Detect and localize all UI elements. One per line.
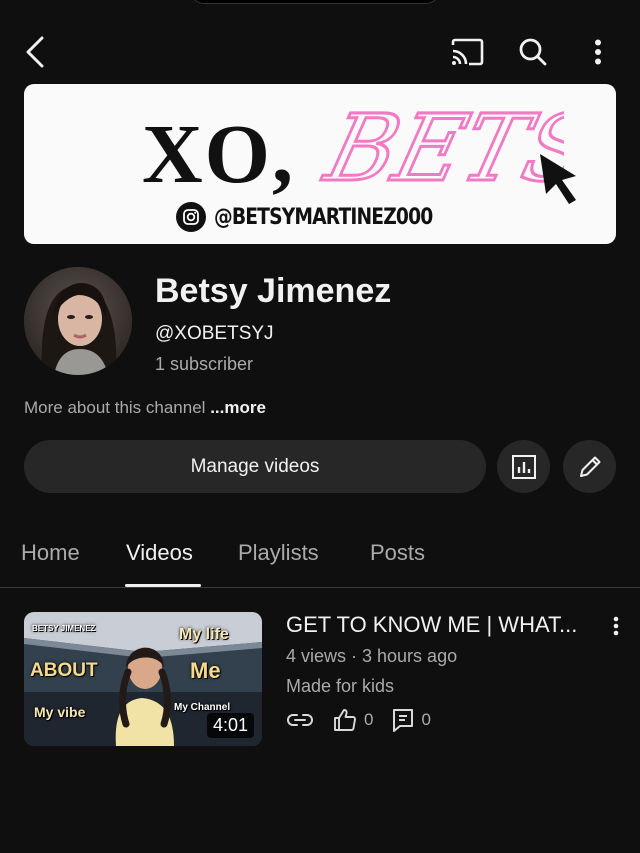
tab-videos[interactable]: Videos xyxy=(126,540,193,566)
thumb-label-name: BETSY JIMENEZ xyxy=(32,624,96,633)
comment-count: 0 xyxy=(421,710,431,729)
more-vertical-icon xyxy=(595,39,601,65)
instagram-icon xyxy=(176,202,206,232)
analytics-button[interactable] xyxy=(497,440,550,493)
edit-channel-button[interactable] xyxy=(563,440,616,493)
search-icon xyxy=(519,38,547,66)
analytics-icon xyxy=(511,454,536,479)
cast-button[interactable] xyxy=(445,30,489,74)
search-button[interactable] xyxy=(511,30,555,74)
channel-about-link[interactable]: More about this channel ...more xyxy=(24,398,266,418)
manage-videos-button[interactable]: Manage videos xyxy=(24,440,486,493)
tab-home[interactable]: Home xyxy=(21,540,80,566)
channel-handle: @XOBETSYJ xyxy=(155,323,274,344)
comments-button[interactable]: 0 xyxy=(391,707,431,733)
back-button[interactable] xyxy=(13,30,57,74)
more-options-button[interactable] xyxy=(576,30,620,74)
thumb-label-my-life: My life xyxy=(179,626,229,643)
cursor-arrow-icon xyxy=(540,154,576,204)
thumb-label-me: Me xyxy=(190,658,221,683)
tab-posts[interactable]: Posts xyxy=(370,540,425,566)
thumb-label-my-channel: My Channel xyxy=(174,702,231,713)
cast-icon xyxy=(451,38,484,66)
avatar[interactable] xyxy=(24,267,132,375)
channel-tabs: Home Videos Playlists Posts xyxy=(0,530,640,588)
share-link-button[interactable] xyxy=(286,712,314,728)
device-notch xyxy=(190,0,440,4)
tab-playlists[interactable]: Playlists xyxy=(238,540,319,566)
thumb-label-about: ABOUT xyxy=(30,660,98,681)
banner-title-betsy: BETSY xyxy=(314,94,564,202)
like-count: 0 xyxy=(364,710,374,729)
link-icon xyxy=(287,714,313,726)
comment-icon xyxy=(393,709,414,732)
top-bar xyxy=(0,30,640,74)
video-more-button[interactable] xyxy=(604,612,628,640)
banner-handle-text: @BETSYMARTINEZ000 xyxy=(214,204,433,230)
thumb-label-my-vibe: My vibe xyxy=(34,704,86,720)
banner-title-xo: XO, xyxy=(142,108,295,201)
pencil-icon xyxy=(579,456,600,477)
chevron-left-icon xyxy=(26,36,44,68)
thumbs-up-icon xyxy=(334,709,356,731)
video-meta: 4 views · 3 hours ago xyxy=(286,646,458,666)
banner-instagram-handle: @BETSYMARTINEZ000 xyxy=(176,202,471,232)
about-more-link[interactable]: ...more xyxy=(210,398,266,417)
active-tab-indicator xyxy=(125,584,201,587)
svg-text:BETSY: BETSY xyxy=(314,95,564,202)
subscriber-count: 1 subscriber xyxy=(155,354,254,374)
video-audience: Made for kids xyxy=(286,676,395,696)
video-duration: 4:01 xyxy=(206,713,254,738)
video-title[interactable]: GET TO KNOW ME | WHAT... xyxy=(286,612,596,638)
channel-banner: XO, BETSY @BETSYMARTINEZ000 xyxy=(24,84,616,244)
video-actions: 0 0 xyxy=(286,706,449,734)
video-thumbnail[interactable]: BETSY JIMENEZ ABOUT My life Me My vibe M… xyxy=(24,612,262,746)
like-button[interactable]: 0 xyxy=(332,707,373,733)
about-text: More about this channel xyxy=(24,398,206,417)
more-vertical-icon xyxy=(613,616,619,636)
avatar-image xyxy=(24,267,132,375)
channel-name: Betsy Jimenez xyxy=(155,272,392,310)
